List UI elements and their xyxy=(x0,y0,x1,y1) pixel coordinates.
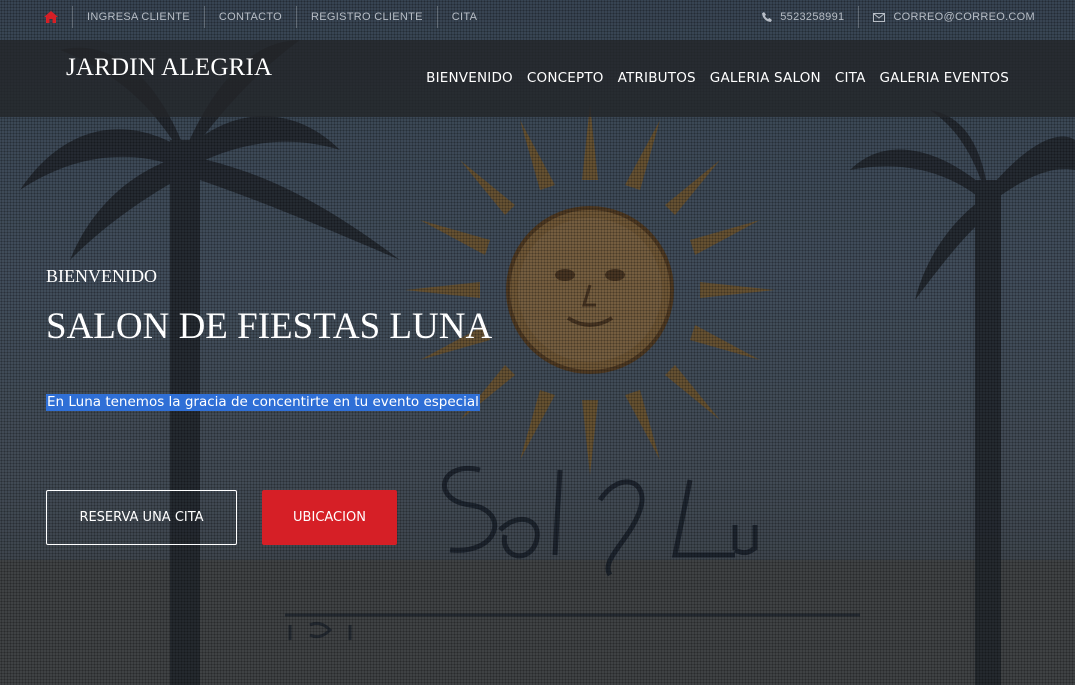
topbar-link-contacto[interactable]: CONTACTO xyxy=(203,6,296,28)
nav-link-concepto[interactable]: CONCEPTO xyxy=(527,70,604,86)
phone-info[interactable]: 5523258991 xyxy=(754,6,858,28)
topbar-link-ingresa-cliente[interactable]: INGRESA CLIENTE xyxy=(72,6,204,28)
top-bar: INGRESA CLIENTE CONTACTO REGISTRO CLIENT… xyxy=(0,0,1075,34)
nav-link-galeria-eventos[interactable]: GALERIA EVENTOS xyxy=(880,70,1009,86)
location-button[interactable]: UBICACION xyxy=(262,490,397,545)
home-icon xyxy=(44,11,58,23)
top-bar-links: INGRESA CLIENTE CONTACTO REGISTRO CLIENT… xyxy=(36,0,491,34)
home-link[interactable] xyxy=(36,6,72,28)
topbar-link-cita[interactable]: CITA xyxy=(436,6,491,28)
top-bar-contact: 5523258991 CORREO@CORREO.COM xyxy=(754,0,1035,34)
nav-link-atributos[interactable]: ATRIBUTOS xyxy=(618,70,696,86)
hero-eyebrow: BIENVENIDO xyxy=(46,266,157,286)
topbar-link-registro-cliente[interactable]: REGISTRO CLIENTE xyxy=(296,6,437,28)
envelope-icon xyxy=(873,12,886,22)
phone-number: 5523258991 xyxy=(780,11,845,23)
nav-link-galeria-salon[interactable]: GALERIA SALON xyxy=(710,70,821,86)
phone-icon xyxy=(762,12,773,23)
main-navbar: JARDIN ALEGRIA BIENVENIDO CONCEPTO ATRIB… xyxy=(0,40,1075,117)
nav-link-cita[interactable]: CITA xyxy=(835,70,866,86)
hero-subtitle: En Luna tenemos la gracia de concentirte… xyxy=(46,394,480,411)
reserve-appointment-button[interactable]: RESERVA UNA CITA xyxy=(46,490,237,545)
nav-menu: BIENVENIDO CONCEPTO ATRIBUTOS GALERIA SA… xyxy=(412,70,1009,86)
email-address: CORREO@CORREO.COM xyxy=(893,11,1035,23)
email-info[interactable]: CORREO@CORREO.COM xyxy=(858,6,1035,28)
nav-link-bienvenido[interactable]: BIENVENIDO xyxy=(426,70,513,86)
brand-logo[interactable]: JARDIN ALEGRIA xyxy=(66,54,272,82)
hero-title: SALON DE FIESTAS LUNA xyxy=(46,306,493,347)
